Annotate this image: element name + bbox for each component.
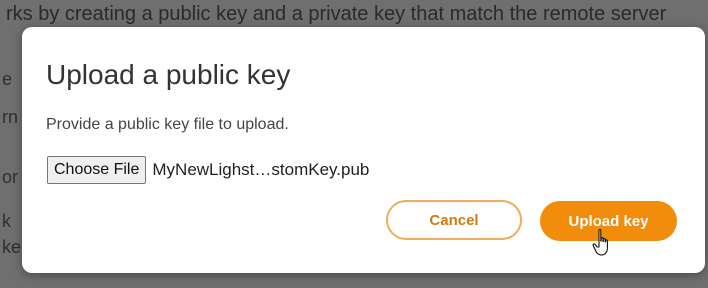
upload-key-dialog: Upload a public key Provide a public key… — [22, 27, 705, 273]
background-text-fragment: e — [2, 69, 13, 89]
choose-file-button[interactable]: Choose File — [47, 156, 147, 184]
screen: rks by creating a public key and a priva… — [0, 0, 708, 288]
background-text-line: rks by creating a public key and a priva… — [6, 3, 667, 25]
selected-file-name: MyNewLighst…stomKey.pub — [152, 160, 370, 179]
hand-pointer-icon — [592, 228, 608, 256]
dialog-subtitle: Provide a public key file to upload. — [46, 116, 289, 133]
background-text-fragment: or — [2, 167, 19, 187]
dialog-title: Upload a public key — [46, 59, 291, 90]
background-text-fragment: rn — [2, 107, 19, 127]
background-text-fragment: k — [2, 211, 11, 231]
file-input: Choose File MyNewLighst…stomKey.pub — [47, 156, 369, 184]
background-text-fragment: ke — [2, 237, 22, 257]
cancel-button[interactable]: Cancel — [386, 200, 522, 240]
